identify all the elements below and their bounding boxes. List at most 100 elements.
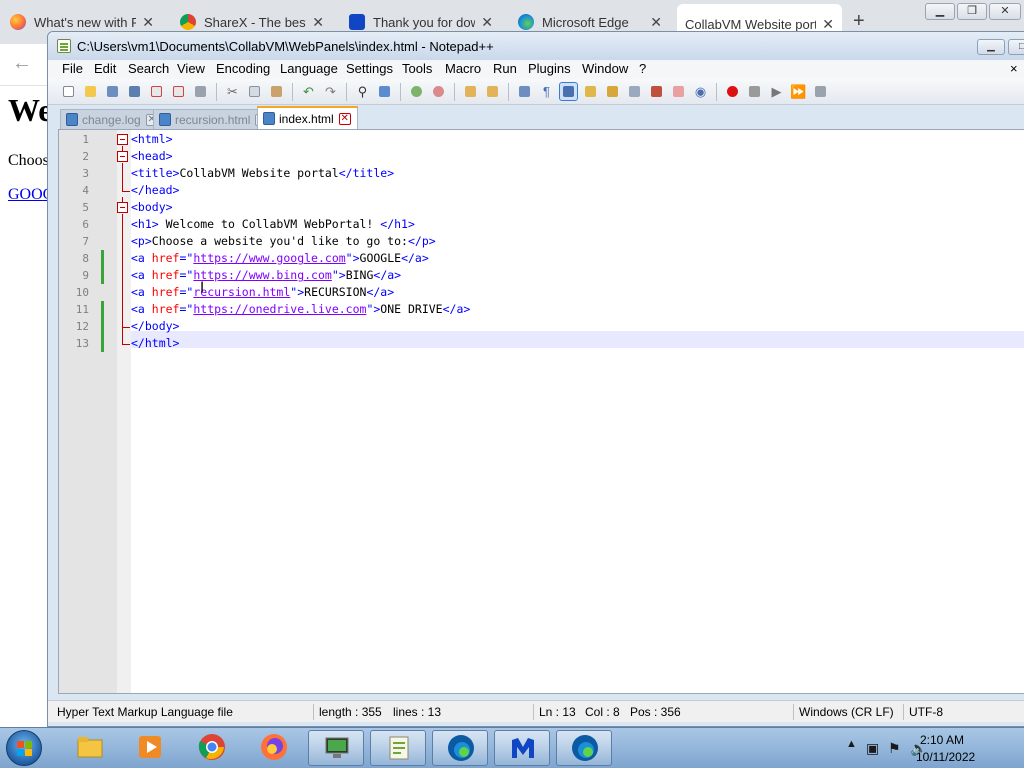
find-icon[interactable]: ⚲: [354, 83, 371, 100]
back-arrow-icon[interactable]: ←: [12, 52, 32, 75]
save-icon[interactable]: [104, 83, 121, 100]
action-center-flag-icon[interactable]: ⚑: [888, 740, 901, 757]
code-line: <h1> Welcome to CollabVM WebPortal! </h1…: [131, 216, 415, 233]
code-value[interactable]: https://www.bing.com: [193, 268, 331, 282]
close-all-icon[interactable]: [170, 83, 187, 100]
start-button[interactable]: [6, 730, 42, 766]
menu-search[interactable]: Search: [128, 61, 169, 76]
replace-icon[interactable]: [376, 83, 393, 100]
run-macro-multiple-icon[interactable]: ⏩: [790, 83, 807, 100]
toolbar-separator: [508, 83, 509, 101]
menu-plugins[interactable]: Plugins: [528, 61, 571, 76]
doc-map-icon[interactable]: [604, 83, 621, 100]
menu-help[interactable]: ?: [639, 61, 646, 76]
status-filetype: Hyper Text Markup Language file: [57, 705, 233, 719]
fold-toggle-icon[interactable]: [117, 151, 128, 162]
sync-horizontal-icon[interactable]: [484, 83, 501, 100]
show-all-chars-icon[interactable]: ¶: [538, 83, 555, 100]
change-marker: [101, 250, 104, 267]
window-titlebar[interactable]: C:\Users\vm1\Documents\CollabVM\WebPanel…: [48, 32, 1024, 60]
menu-edit[interactable]: Edit: [94, 61, 116, 76]
udl-icon[interactable]: [582, 83, 599, 100]
browser-restore-button[interactable]: ❐: [957, 3, 987, 20]
menu-run[interactable]: Run: [493, 61, 517, 76]
zoom-out-icon[interactable]: [430, 83, 447, 100]
close-icon[interactable]: ✕: [650, 14, 662, 31]
play-macro-icon[interactable]: ▶: [768, 83, 785, 100]
clock-time[interactable]: 2:10 AM: [920, 733, 964, 747]
taskbar-explorer[interactable]: [62, 730, 118, 766]
save-all-icon[interactable]: [126, 83, 143, 100]
paste-icon[interactable]: [268, 83, 285, 100]
taskbar-notepadpp[interactable]: [370, 730, 426, 766]
zoom-in-icon[interactable]: [408, 83, 425, 100]
function-list-icon[interactable]: [648, 83, 665, 100]
close-file-icon[interactable]: [148, 83, 165, 100]
word-wrap-icon[interactable]: [516, 83, 533, 100]
close-icon[interactable]: ✕: [142, 14, 154, 31]
code-value[interactable]: recursion.html: [193, 285, 290, 299]
copy-icon[interactable]: [246, 83, 263, 100]
menu-macro[interactable]: Macro: [445, 61, 481, 76]
close-icon[interactable]: ✕: [481, 14, 493, 31]
fold-toggle-icon[interactable]: [117, 134, 128, 145]
window-title: C:\Users\vm1\Documents\CollabVM\WebPanel…: [77, 39, 494, 54]
taskbar-media-player[interactable]: [122, 730, 178, 766]
code-tag: =": [179, 251, 194, 265]
taskbar-malwarebytes[interactable]: [494, 730, 550, 766]
browser-minimize-button[interactable]: ▁: [925, 3, 955, 20]
fold-line: [122, 327, 123, 344]
code-tag: <head>: [131, 149, 173, 163]
taskbar-monitor-app[interactable]: [308, 730, 364, 766]
cut-icon[interactable]: ✂: [224, 83, 241, 100]
print-icon[interactable]: [192, 83, 209, 100]
close-icon[interactable]: ✕: [312, 14, 324, 31]
status-eol[interactable]: Windows (CR LF): [799, 705, 894, 719]
open-file-icon[interactable]: [82, 83, 99, 100]
new-file-icon[interactable]: [60, 83, 77, 100]
taskbar-edge[interactable]: [432, 730, 488, 766]
undo-icon[interactable]: ↶: [300, 83, 317, 100]
file-tab-change-log[interactable]: change.log ✕: [60, 109, 165, 129]
code-value[interactable]: https://onedrive.live.com: [193, 302, 366, 316]
folder-workspace-icon[interactable]: [670, 83, 687, 100]
record-macro-icon[interactable]: [724, 83, 741, 100]
maximize-button[interactable]: □: [1008, 39, 1024, 55]
status-encoding[interactable]: UTF-8: [909, 705, 943, 719]
menu-settings[interactable]: Settings: [346, 61, 393, 76]
save-macro-icon[interactable]: [812, 83, 829, 100]
close-icon[interactable]: ✕: [822, 16, 834, 33]
line-number: 3: [82, 167, 89, 180]
code-editor[interactable]: 1 2 3 4 5 6 7 8 9 10 11 12 13 <html> <he…: [58, 129, 1024, 694]
menu-tools[interactable]: Tools: [402, 61, 432, 76]
close-icon[interactable]: ✕: [338, 112, 351, 125]
file-tab-index[interactable]: index.html ✕: [257, 106, 358, 129]
fold-toggle-icon[interactable]: [117, 202, 128, 213]
new-tab-button[interactable]: +: [853, 10, 865, 33]
menu-language[interactable]: Language: [280, 61, 338, 76]
menu-window[interactable]: Window: [582, 61, 628, 76]
menu-view[interactable]: View: [177, 61, 205, 76]
clock-date[interactable]: 10/11/2022: [916, 750, 975, 764]
show-hidden-icons-icon[interactable]: ▲: [846, 738, 857, 750]
taskbar-edge-2[interactable]: [556, 730, 612, 766]
indent-guide-icon[interactable]: [559, 82, 578, 101]
menu-encoding[interactable]: Encoding: [216, 61, 270, 76]
network-icon[interactable]: ▣: [866, 740, 879, 757]
browser-close-button[interactable]: ✕: [989, 3, 1021, 20]
redo-icon[interactable]: ↷: [322, 83, 339, 100]
code-tag: </title>: [338, 166, 395, 180]
code-value[interactable]: https://www.google.com: [193, 251, 345, 265]
taskbar-chrome[interactable]: [184, 730, 240, 766]
stop-macro-icon[interactable]: [746, 83, 763, 100]
doc-list-icon[interactable]: [626, 83, 643, 100]
fold-line: [122, 197, 123, 202]
minimize-button[interactable]: ▁: [977, 39, 1005, 55]
malwarebytes-icon: [512, 738, 534, 758]
monitoring-icon[interactable]: ◉: [692, 83, 709, 100]
menu-close-doc[interactable]: ×: [1010, 61, 1018, 76]
menu-file[interactable]: File: [62, 61, 83, 76]
code-line: <title>CollabVM Website portal</title>: [131, 165, 394, 182]
sync-vertical-icon[interactable]: [462, 83, 479, 100]
taskbar-firefox[interactable]: [246, 730, 302, 766]
